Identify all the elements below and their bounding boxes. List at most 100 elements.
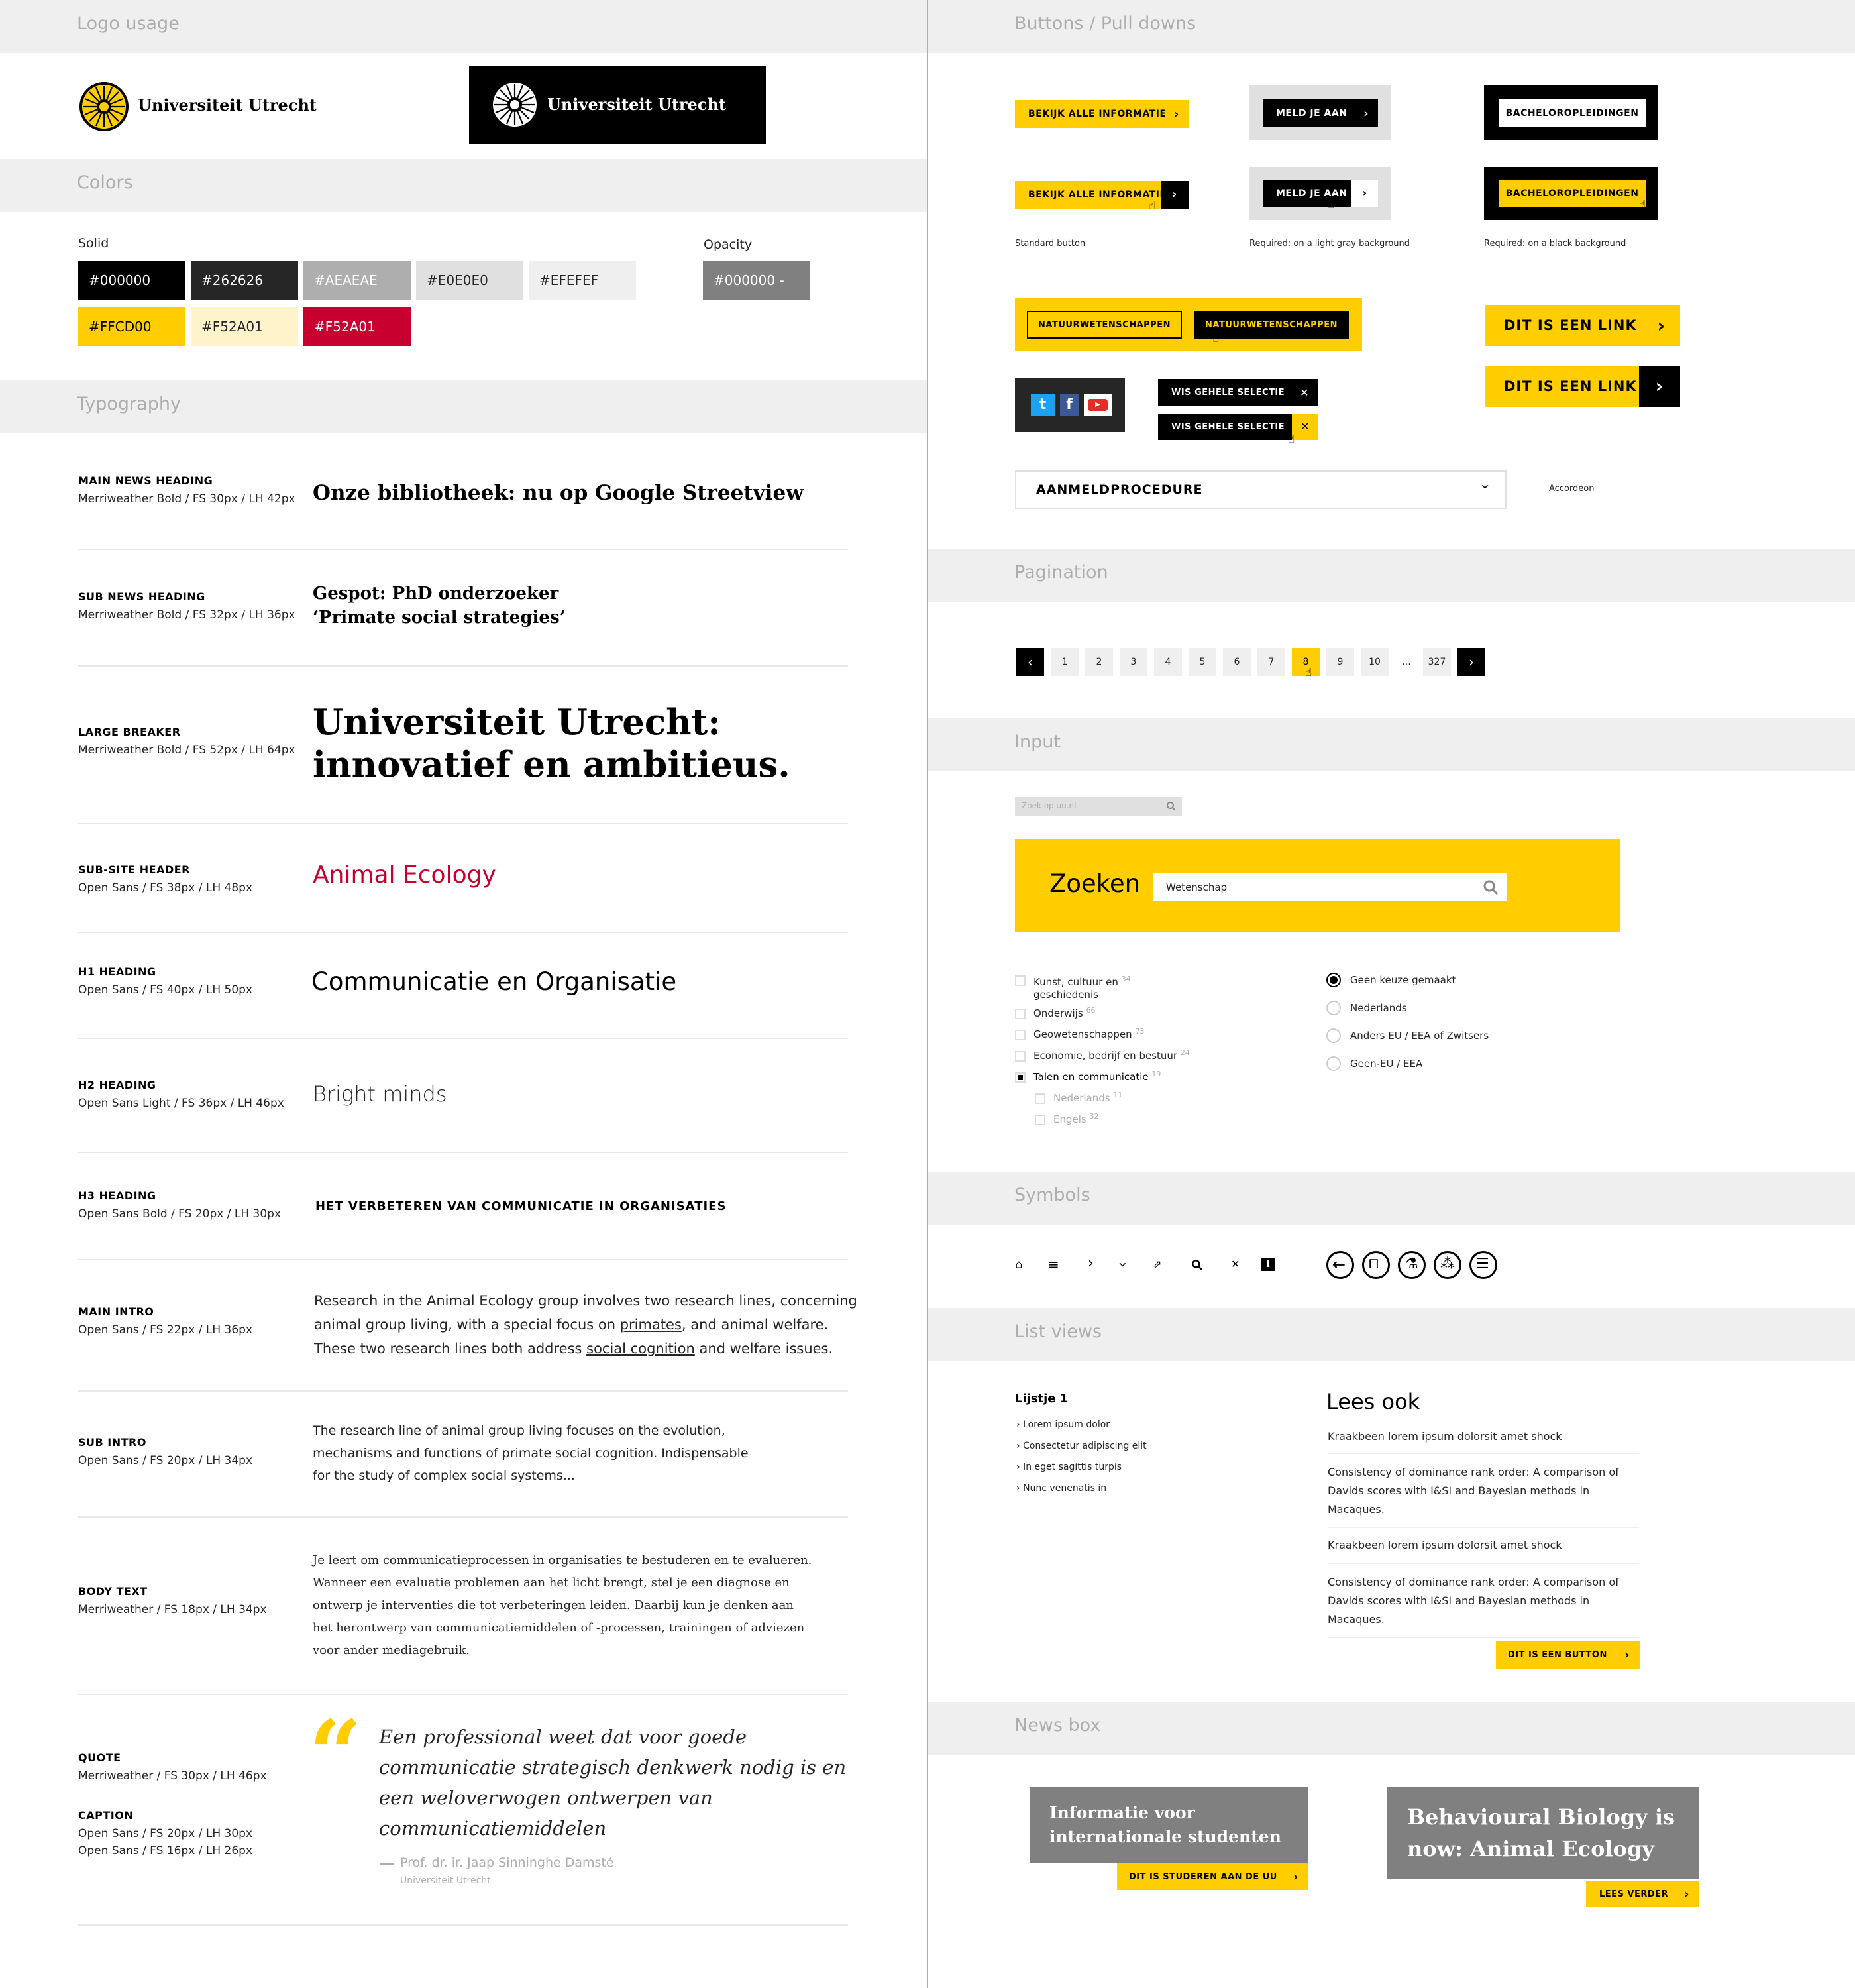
checkbox[interactable]: [1015, 1030, 1026, 1040]
button-bacheloropleidingen-hover[interactable]: BACHELOROPLEIDINGEN: [1499, 180, 1646, 207]
page-link[interactable]: 4: [1154, 648, 1182, 676]
sample-main-news-heading: Onze bibliotheek: nu op Google Streetvie…: [313, 481, 804, 505]
search-placeholder: Zoek op uu.nl: [1022, 801, 1077, 810]
page-link[interactable]: 3: [1120, 648, 1147, 676]
chevron-right-icon: ›: [1016, 1419, 1024, 1430]
checkbox[interactable]: [1015, 1009, 1026, 1019]
news-box-button[interactable]: LEES VERDER ›: [1586, 1881, 1699, 1907]
search-value: Wetenschap: [1166, 881, 1228, 893]
list-item[interactable]: › Lorem ipsum dolor: [1016, 1419, 1110, 1430]
sample-body-text: Je leert om communicatieprocessen in org…: [313, 1553, 812, 1657]
search-input-small[interactable]: Zoek op uu.nl: [1015, 797, 1182, 816]
divider: [78, 1694, 848, 1695]
page-link-last[interactable]: 327: [1423, 648, 1451, 676]
button-bekijk-alle-informatie[interactable]: BEKIJK ALLE INFORMATIE ›: [1015, 100, 1189, 128]
button-bacheloropleidingen[interactable]: BACHELOROPLEIDINGEN: [1499, 99, 1646, 127]
page-link[interactable]: 2: [1085, 648, 1113, 676]
list-item[interactable]: › Nunc venenatis in: [1016, 1483, 1106, 1494]
news-box[interactable]: Behavioural Biology is now: Animal Ecolog…: [1387, 1787, 1699, 1879]
chevron-right-icon: ›: [1624, 1647, 1630, 1662]
twitter-icon[interactable]: t: [1031, 394, 1055, 416]
chevron-right-icon: ›: [1363, 106, 1369, 121]
link[interactable]: primates: [620, 1317, 682, 1333]
chevron-right-icon: ›: [1016, 1483, 1024, 1494]
checkbox-checked[interactable]: [1015, 1072, 1026, 1083]
list-button[interactable]: DIT IS EEN BUTTON ›: [1496, 1641, 1640, 1669]
checkbox[interactable]: [1015, 975, 1026, 986]
quote-dash: [380, 1863, 394, 1865]
list-item[interactable]: Kraakbeen lorem ipsum dolorsit amet shoc…: [1328, 1430, 1562, 1443]
book-circle-icon: ⊓: [1362, 1251, 1390, 1279]
button-bekijk-alle-informatie-hover[interactable]: BEKIJK ALLE INFORMATIE ›: [1015, 181, 1189, 209]
list-item[interactable]: Consistency of dominance rank order: A c…: [1328, 1463, 1619, 1519]
youtube-icon[interactable]: ▶: [1084, 394, 1112, 416]
page-link[interactable]: 1: [1051, 648, 1079, 676]
page-ellipsis: ...: [1402, 657, 1411, 667]
page-link[interactable]: 9: [1326, 648, 1354, 676]
section-title: Typography: [77, 394, 181, 414]
sample-quote: Een professional weet dat voor goede comm…: [379, 1726, 847, 1840]
checkbox-label: Engels 32: [1053, 1112, 1099, 1125]
sample-sub-site-header: Animal Ecology: [313, 861, 496, 889]
link[interactable]: interventies die tot verbeteringen leide…: [382, 1598, 627, 1612]
hand-cursor-icon: ☝: [1639, 198, 1646, 211]
sample-h3-heading: HET VERBETEREN VAN COMMUNICATIE IN ORGAN…: [315, 1199, 727, 1213]
column-divider: [927, 0, 928, 1988]
page-link[interactable]: 7: [1257, 648, 1285, 676]
radio[interactable]: [1326, 1001, 1341, 1015]
accordion[interactable]: AANMELDPROCEDURE ›: [1015, 470, 1507, 509]
logo-light: Universiteit Utrecht: [78, 78, 317, 134]
search-icon: [1483, 880, 1499, 895]
page-link[interactable]: 10: [1361, 648, 1389, 676]
solid-label: Solid: [78, 236, 109, 250]
facebook-icon[interactable]: f: [1060, 394, 1079, 416]
radio-label: Nederlands: [1350, 1002, 1407, 1014]
radio-label: Geen-EU / EEA: [1350, 1058, 1423, 1070]
wis-selectie-button[interactable]: WIS GEHELE SELECTIE ✕: [1158, 379, 1318, 406]
chevron-right-icon: ›: [1174, 107, 1179, 121]
divider: [78, 549, 848, 550]
button-natuurwetenschappen[interactable]: NATUURWETENSCHAPPEN: [1027, 311, 1182, 339]
pagination-prev[interactable]: ‹: [1016, 648, 1044, 676]
hand-cursor-icon: ☝: [1328, 198, 1335, 211]
link-button[interactable]: DIT IS EEN LINK ›: [1485, 305, 1680, 346]
chevron-right-icon: ›: [1657, 314, 1666, 337]
checkbox-label: Economie, bedrijf en bestuur 24: [1034, 1048, 1190, 1062]
list-item[interactable]: › Consectetur adipiscing elit: [1016, 1441, 1147, 1451]
section-title: Pagination: [1014, 562, 1108, 582]
list-item[interactable]: Kraakbeen lorem ipsum dolorsit amet shoc…: [1328, 1539, 1562, 1551]
caption-standard: Standard button: [1015, 239, 1086, 248]
divider: [1328, 1453, 1639, 1454]
search-input[interactable]: Wetenschap: [1153, 873, 1507, 901]
checkbox[interactable]: [1035, 1093, 1045, 1104]
news-box-button[interactable]: DIT IS STUDEREN AAN DE UU ›: [1117, 1863, 1308, 1890]
radio-selected[interactable]: [1326, 973, 1341, 987]
button-meld-je-aan[interactable]: MELD JE AAN ›: [1263, 99, 1378, 127]
page-link[interactable]: 5: [1189, 648, 1216, 676]
opacity-swatch: #000000 - 50%: [703, 261, 810, 327]
sample-sub-intro: The research line of animal group living…: [313, 1423, 749, 1483]
button-meld-je-aan-hover[interactable]: MELD JE AAN ›: [1263, 180, 1378, 207]
color-swatch: #000000: [78, 261, 186, 300]
page-link[interactable]: 6: [1223, 648, 1251, 676]
type-spec: LARGE BREAKER Merriweather Bold / FS 52px…: [78, 726, 295, 757]
radio[interactable]: [1326, 1028, 1341, 1043]
divider: [1328, 1527, 1639, 1528]
link[interactable]: social cognition: [586, 1341, 695, 1356]
checkbox[interactable]: [1035, 1115, 1045, 1125]
search-title: Zoeken: [1049, 869, 1141, 898]
accordion-title: AANMELDPROCEDURE: [1036, 482, 1203, 497]
type-spec: H2 HEADING Open Sans Light / FS 36px / LH…: [78, 1079, 284, 1110]
network-circle-icon: ⁂: [1434, 1251, 1461, 1279]
radio[interactable]: [1326, 1056, 1341, 1071]
list-item[interactable]: › In eget sagittis turpis: [1016, 1462, 1122, 1472]
list-item[interactable]: Consistency of dominance rank order: A c…: [1328, 1573, 1619, 1629]
news-box[interactable]: Informatie voor internationale studenten: [1030, 1787, 1308, 1863]
radio-label: Anders EU / EEA of Zwitsers: [1350, 1030, 1489, 1042]
checkbox[interactable]: [1015, 1051, 1026, 1062]
chevron-right-icon: ›: [1293, 1869, 1298, 1884]
section-header-colors: Colors: [0, 159, 927, 212]
pagination-next[interactable]: ›: [1458, 648, 1485, 676]
chevron-down-icon: ›: [1477, 484, 1494, 490]
hand-cursor-icon: ☝: [1212, 332, 1220, 345]
